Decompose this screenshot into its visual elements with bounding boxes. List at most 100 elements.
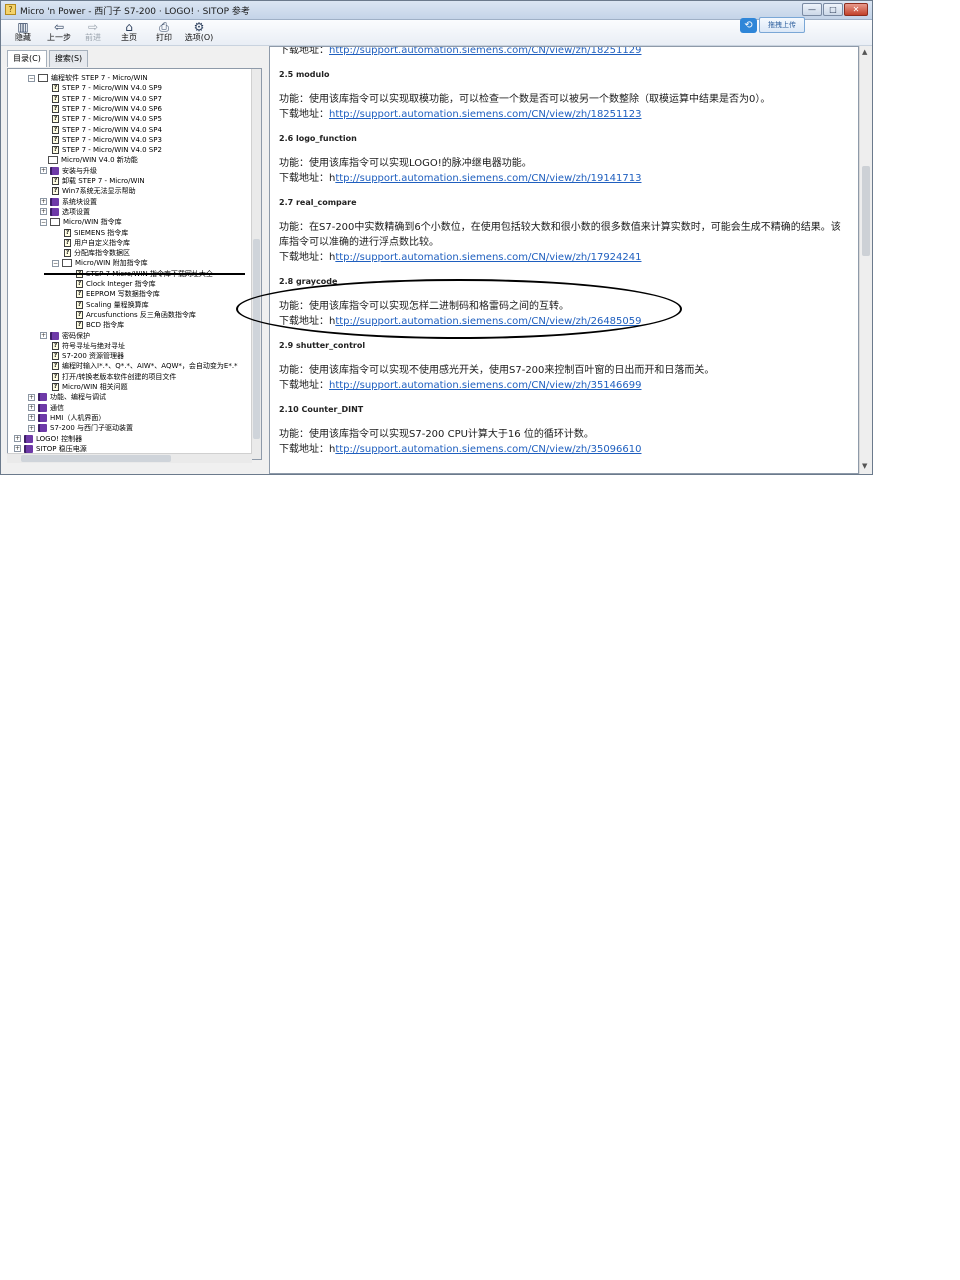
download-link[interactable]: ttp://support.automation.siemens.com/CN/… xyxy=(335,173,641,184)
hide-button[interactable]: ▥ 隐藏 xyxy=(5,21,41,43)
tree-horizontal-scrollbar[interactable] xyxy=(7,453,252,463)
tree-vertical-scrollbar[interactable] xyxy=(251,69,261,459)
download-link[interactable]: ttp://support.automation.siemens.com/CN/… xyxy=(335,252,641,263)
options-button[interactable]: ⚙ 选项(O) xyxy=(181,21,217,43)
help-page-icon: ? xyxy=(76,290,83,299)
tree-item[interactable]: ? STEP 7 - Micro/WIN V4.0 SP6 xyxy=(52,104,162,114)
collapse-icon[interactable]: − xyxy=(28,74,35,82)
book-open-icon xyxy=(48,156,58,165)
help-page-icon: ? xyxy=(52,84,59,93)
section-function-text: 功能：在S7-200中实数精确到6个小数位，在使用包括较大数和很小数的很多数值来… xyxy=(279,222,841,233)
tree-item[interactable]: + 通信 xyxy=(28,403,64,413)
collapse-icon[interactable]: − xyxy=(40,218,47,226)
tree-item[interactable]: + 系统块设置 xyxy=(40,197,97,207)
tree-item[interactable]: ? EEPROM 写数据指令库 xyxy=(76,289,160,299)
hide-icon: ▥ xyxy=(17,20,29,34)
back-arrow-icon: ⇦ xyxy=(53,20,65,34)
tree-item[interactable]: ? 打开/转换老版本软件创建的项目文件 xyxy=(52,372,176,382)
tree-scroll-thumb[interactable] xyxy=(253,239,260,439)
tree-item[interactable]: + 功能、编程与调试 xyxy=(28,392,106,402)
download-link[interactable]: http://support.automation.siemens.com/CN… xyxy=(329,47,642,56)
nav-tabs: 目录(C) 搜索(S) xyxy=(7,50,90,68)
tree-item[interactable]: + HMI（人机界面） xyxy=(28,413,105,423)
tree-item[interactable]: ? 符号寻址与绝对寻址 xyxy=(52,341,125,351)
tree-item[interactable]: − Micro/WIN 指令库 xyxy=(40,217,122,227)
tree-item[interactable]: ? STEP 7 - Micro/WIN V4.0 SP2 xyxy=(52,145,162,155)
drag-upload-button[interactable]: 拖拽上传 xyxy=(759,17,805,33)
expand-icon[interactable]: + xyxy=(40,198,47,206)
tree-item[interactable]: + 密码保护 xyxy=(40,331,90,341)
tree-hscroll-thumb[interactable] xyxy=(21,455,171,462)
tree-item[interactable]: ? STEP 7 - Micro/WIN V4.0 SP3 xyxy=(52,135,162,145)
tree-item[interactable]: + 选项设置 xyxy=(40,207,90,217)
section-function-text-cont: 库指令可以准确的进行浮点数比较。 xyxy=(279,237,439,248)
tree-item[interactable]: ? STEP 7 - Micro/WIN V4.0 SP9 xyxy=(52,83,162,93)
underline-annotation xyxy=(44,273,245,275)
help-page-icon: ? xyxy=(76,310,83,319)
expand-icon[interactable]: + xyxy=(40,167,47,175)
tree-item[interactable]: ? S7-200 资源管理器 xyxy=(52,351,124,361)
tree-item-label: 卸载 STEP 7 - Micro/WIN xyxy=(62,177,145,185)
section-heading: 2.10 Counter_DINT xyxy=(279,405,364,414)
tree-item[interactable]: ? Win7系统无法显示帮助 xyxy=(52,186,136,196)
expand-icon[interactable]: + xyxy=(40,208,47,216)
tree-item[interactable]: ? 编程时输入I*.*、Q*.*、AIW*、AQW*，会自动变为E*.* xyxy=(52,361,238,371)
scroll-up-icon[interactable]: ▲ xyxy=(862,48,867,56)
tree-item[interactable]: ? 卸载 STEP 7 - Micro/WIN xyxy=(52,176,145,186)
close-button[interactable]: ✕ xyxy=(844,3,868,16)
download-line: 下载地址：http://support.automation.siemens.c… xyxy=(279,251,642,265)
tree-item[interactable]: ? 分配库指令数据区 xyxy=(64,248,130,258)
tree-item-label: 符号寻址与绝对寻址 xyxy=(62,341,125,350)
expand-icon[interactable]: + xyxy=(14,435,21,442)
expand-icon[interactable]: + xyxy=(28,393,35,401)
expand-icon[interactable]: + xyxy=(28,404,35,412)
help-page-icon: ? xyxy=(52,94,59,103)
help-page-icon: ? xyxy=(64,228,71,237)
content-vertical-scrollbar[interactable]: ▲ ▼ xyxy=(859,46,872,474)
book-icon xyxy=(38,403,47,412)
tree-item[interactable]: + 安装与升级 xyxy=(40,166,97,176)
download-link[interactable]: http://support.automation.siemens.com/CN… xyxy=(329,380,642,391)
maximize-button[interactable]: □ xyxy=(823,3,843,16)
expand-icon[interactable]: + xyxy=(28,424,35,432)
tree-item[interactable]: − 编程软件 STEP 7 - Micro/WIN xyxy=(28,73,148,83)
expand-icon[interactable]: + xyxy=(40,332,47,339)
home-button[interactable]: ⌂ 主页 xyxy=(111,21,147,43)
forward-button[interactable]: ⇨ 前进 xyxy=(75,21,111,43)
download-link[interactable]: ttp://support.automation.siemens.com/CN/… xyxy=(335,444,641,455)
tree-item[interactable]: ? STEP 7 - Micro/WIN V4.0 SP5 xyxy=(52,114,162,124)
help-page-icon: ? xyxy=(64,238,71,247)
content-scroll-thumb[interactable] xyxy=(862,166,870,256)
tree-item[interactable]: ? Scaling 量程换算库 xyxy=(76,300,149,310)
tree-item[interactable]: ? STEP 7 - Micro/WIN V4.0 SP4 xyxy=(52,125,162,135)
tree-item[interactable]: + S7-200 与西门子驱动装置 xyxy=(28,423,133,433)
tab-search[interactable]: 搜索(S) xyxy=(48,50,89,67)
help-page-icon: ? xyxy=(52,135,59,144)
upload-cloud-icon[interactable]: ⟲ xyxy=(740,18,757,33)
tree-item[interactable]: ? STEP 7 - Micro/WIN V4.0 SP7 xyxy=(52,94,162,104)
tree-item[interactable]: ? Micro/WIN 相关问题 xyxy=(52,382,128,392)
help-page-icon: ? xyxy=(52,125,59,134)
scroll-down-icon[interactable]: ▼ xyxy=(862,462,867,470)
tree-item[interactable]: Micro/WIN V4.0 新功能 xyxy=(48,155,138,165)
hide-label: 隐藏 xyxy=(15,33,31,42)
download-link[interactable]: http://support.automation.siemens.com/CN… xyxy=(329,109,642,120)
tree-item[interactable]: ? SIEMENS 指令库 xyxy=(64,228,128,238)
expand-icon[interactable]: + xyxy=(28,414,35,422)
minimize-button[interactable]: — xyxy=(802,3,822,16)
forward-arrow-icon: ⇨ xyxy=(87,20,99,34)
print-button[interactable]: ⎙ 打印 xyxy=(146,21,182,43)
back-button[interactable]: ⇦ 上一步 xyxy=(41,21,77,43)
tree-item-label: STEP 7 - Micro/WIN V4.0 SP5 xyxy=(62,115,162,124)
tree-item[interactable]: ? Clock Integer 指令库 xyxy=(76,279,156,289)
tree-item[interactable]: ? 用户自定义指令库 xyxy=(64,238,130,248)
expand-icon[interactable]: + xyxy=(14,445,21,453)
tree-item[interactable]: + LOGO! 控制器 xyxy=(14,434,82,444)
tree-item[interactable]: ? Arcusfunctions 反三角函数指令库 xyxy=(76,310,196,320)
book-icon xyxy=(38,413,47,422)
tab-contents[interactable]: 目录(C) xyxy=(7,50,47,67)
tree-item[interactable]: − Micro/WIN 附加指令库 xyxy=(52,258,148,268)
collapse-icon[interactable]: − xyxy=(52,259,59,267)
help-page-icon: ? xyxy=(52,372,59,381)
tree-item[interactable]: ? BCD 指令库 xyxy=(76,320,124,330)
